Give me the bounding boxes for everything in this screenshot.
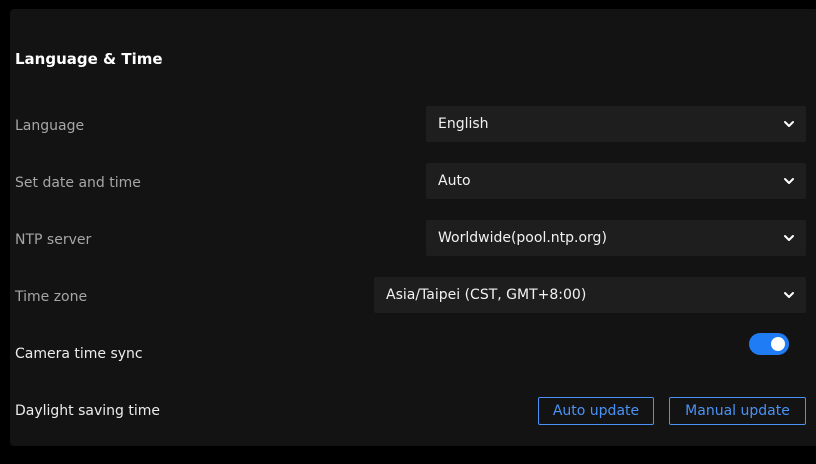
date-time-label: Set date and time bbox=[15, 175, 141, 191]
ntp-server-select-value: Worldwide(pool.ntp.org) bbox=[438, 230, 607, 246]
date-time-select[interactable]: Auto bbox=[426, 163, 806, 199]
chevron-down-icon bbox=[784, 178, 794, 184]
chevron-down-icon bbox=[784, 235, 794, 241]
time-zone-label: Time zone bbox=[15, 289, 88, 305]
camera-time-sync-label: Camera time sync bbox=[15, 346, 143, 362]
daylight-saving-label: Daylight saving time bbox=[15, 403, 161, 419]
chevron-down-icon bbox=[784, 121, 794, 127]
section-title: Language & Time bbox=[15, 50, 163, 68]
chevron-down-icon bbox=[784, 292, 794, 298]
ntp-server-select[interactable]: Worldwide(pool.ntp.org) bbox=[426, 220, 806, 256]
ntp-server-label: NTP server bbox=[15, 232, 92, 248]
time-zone-select-value: Asia/Taipei (CST, GMT+8:00) bbox=[386, 287, 587, 303]
camera-time-sync-toggle[interactable] bbox=[749, 333, 789, 355]
manual-update-button[interactable]: Manual update bbox=[669, 397, 806, 425]
language-label: Language bbox=[15, 118, 85, 134]
auto-update-button[interactable]: Auto update bbox=[538, 397, 654, 425]
language-select-value: English bbox=[438, 116, 489, 132]
language-select[interactable]: English bbox=[426, 106, 806, 142]
date-time-select-value: Auto bbox=[438, 173, 471, 189]
time-zone-select[interactable]: Asia/Taipei (CST, GMT+8:00) bbox=[374, 277, 806, 313]
toggle-knob bbox=[771, 337, 785, 351]
